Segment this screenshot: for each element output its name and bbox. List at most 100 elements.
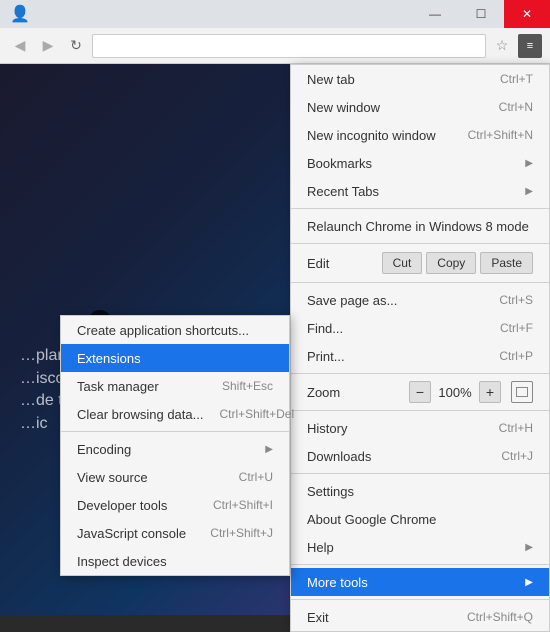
back-button[interactable]: ◀ <box>8 34 32 58</box>
reload-button[interactable]: ↻ <box>64 34 88 58</box>
omnibar-input[interactable] <box>92 34 486 58</box>
submenu-arrow-icon: ▶ <box>265 444 273 455</box>
menu-item-shortcut: Ctrl+Shift+Q <box>467 610 533 624</box>
fullscreen-button[interactable] <box>511 381 533 403</box>
menu-item-about-google-chrome[interactable]: About Google Chrome <box>291 505 549 533</box>
menu-item-label: Exit <box>307 610 451 625</box>
submenu-item-shortcut: Ctrl+U <box>239 470 273 484</box>
edit-copy-button[interactable]: Copy <box>426 252 476 274</box>
submenu-item-extensions[interactable]: Extensions <box>61 344 289 372</box>
edit-buttons: CutCopyPaste <box>382 252 533 274</box>
submenu-separator <box>61 431 289 432</box>
menu-item-new-window[interactable]: New window Ctrl+N <box>291 93 549 121</box>
submenu-item-shortcut: Ctrl+Shift+Del <box>219 407 294 421</box>
titlebar-buttons: — ☐ ✕ <box>412 0 550 28</box>
menu-separator <box>291 564 549 565</box>
menu-item-label: New incognito window <box>307 128 452 143</box>
minimize-button[interactable]: — <box>412 0 458 28</box>
submenu-item-encoding[interactable]: Encoding ▶ <box>61 435 289 463</box>
menu-item-label: New tab <box>307 72 484 87</box>
menu-item-label: Relaunch Chrome in Windows 8 mode <box>307 219 533 234</box>
menu-item-label: About Google Chrome <box>307 512 533 527</box>
menu-item-downloads[interactable]: Downloads Ctrl+J <box>291 442 549 470</box>
edit-cut-button[interactable]: Cut <box>382 252 423 274</box>
submenu-arrow-icon: ▶ <box>525 542 533 553</box>
edit-paste-button[interactable]: Paste <box>480 252 533 274</box>
forward-button[interactable]: ▶ <box>36 34 60 58</box>
submenu-arrow-icon: ▶ <box>525 186 533 197</box>
maximize-button[interactable]: ☐ <box>458 0 504 28</box>
menu-separator <box>291 373 549 374</box>
menu-item-recent-tabs[interactable]: Recent Tabs ▶ <box>291 177 549 205</box>
submenu-item-label: Create application shortcuts... <box>77 323 273 338</box>
menu-item-label: Print... <box>307 349 483 364</box>
submenu-item-task-manager[interactable]: Task manager Shift+Esc <box>61 372 289 400</box>
submenu-item-javascript-console[interactable]: JavaScript console Ctrl+Shift+J <box>61 519 289 547</box>
menu-item-save-page-as[interactable]: Save page as... Ctrl+S <box>291 286 549 314</box>
zoom-value: 100% <box>437 385 473 400</box>
menu-item-exit[interactable]: Exit Ctrl+Shift+Q <box>291 603 549 631</box>
zoom-in-button[interactable]: + <box>479 381 501 403</box>
zoom-label: Zoom <box>307 385 409 400</box>
menu-item-relaunch-chrome-in-windows-8-mode[interactable]: Relaunch Chrome in Windows 8 mode <box>291 212 549 240</box>
menu-item-label: More tools <box>307 575 517 590</box>
edit-label: Edit <box>307 256 382 271</box>
menu-item-label: Find... <box>307 321 484 336</box>
submenu-item-label: Encoding <box>77 442 257 457</box>
menu-item-history[interactable]: History Ctrl+H <box>291 414 549 442</box>
menu-item-bookmarks[interactable]: Bookmarks ▶ <box>291 149 549 177</box>
submenu-item-shortcut: Ctrl+Shift+J <box>210 526 273 540</box>
menu-item-shortcut: Ctrl+F <box>500 321 533 335</box>
fullscreen-icon <box>516 387 528 397</box>
menu-item-new-tab[interactable]: New tab Ctrl+T <box>291 65 549 93</box>
zoom-row: Zoom − 100% + <box>291 377 549 407</box>
menu-item-settings[interactable]: Settings <box>291 477 549 505</box>
menu-item-label: Recent Tabs <box>307 184 517 199</box>
menu-item-label: Settings <box>307 484 533 499</box>
browser-toolbar: ◀ ▶ ↻ ☆ ≡ <box>0 28 550 64</box>
profile-icon[interactable]: 👤 <box>10 4 30 24</box>
submenu-item-shortcut: Ctrl+Shift+I <box>213 498 273 512</box>
submenu-item-view-source[interactable]: View source Ctrl+U <box>61 463 289 491</box>
chrome-menu-icon[interactable]: ≡ <box>518 34 542 58</box>
submenu-item-create-application-shortcuts[interactable]: Create application shortcuts... <box>61 316 289 344</box>
menu-item-label: New window <box>307 100 483 115</box>
menu-item-shortcut: Ctrl+T <box>500 72 533 86</box>
bookmark-star-icon[interactable]: ☆ <box>490 34 514 58</box>
submenu-item-inspect-devices[interactable]: Inspect devices <box>61 547 289 575</box>
submenu-arrow-icon: ▶ <box>525 158 533 169</box>
menu-item-print[interactable]: Print... Ctrl+P <box>291 342 549 370</box>
menu-item-shortcut: Ctrl+P <box>499 349 533 363</box>
menu-item-label: Help <box>307 540 517 555</box>
menu-separator <box>291 243 549 244</box>
more-tools-submenu: Create application shortcuts... Extensio… <box>60 315 290 576</box>
menu-item-help[interactable]: Help ▶ <box>291 533 549 561</box>
submenu-item-shortcut: Shift+Esc <box>222 379 273 393</box>
zoom-out-button[interactable]: − <box>409 381 431 403</box>
menu-separator <box>291 473 549 474</box>
zoom-controls: − 100% + <box>409 381 533 403</box>
menu-separator <box>291 599 549 600</box>
close-button[interactable]: ✕ <box>504 0 550 28</box>
chrome-menu: New tab Ctrl+T New window Ctrl+N New inc… <box>290 64 550 632</box>
menu-item-label: Save page as... <box>307 293 483 308</box>
submenu-item-label: JavaScript console <box>77 526 194 541</box>
submenu-item-label: Developer tools <box>77 498 197 513</box>
edit-row: Edit CutCopyPaste <box>291 247 549 279</box>
submenu-item-clear-browsing-data[interactable]: Clear browsing data... Ctrl+Shift+Del <box>61 400 289 428</box>
menu-separator <box>291 282 549 283</box>
submenu-item-label: Extensions <box>77 351 273 366</box>
menu-item-find[interactable]: Find... Ctrl+F <box>291 314 549 342</box>
menu-item-shortcut: Ctrl+J <box>501 449 533 463</box>
submenu-item-label: Inspect devices <box>77 554 273 569</box>
menu-item-label: Bookmarks <box>307 156 517 171</box>
submenu-item-label: Clear browsing data... <box>77 407 203 422</box>
menu-item-shortcut: Ctrl+N <box>499 100 533 114</box>
browser-titlebar: 👤 — ☐ ✕ <box>0 0 550 28</box>
menu-item-shortcut: Ctrl+H <box>499 421 533 435</box>
menu-separator <box>291 410 549 411</box>
submenu-item-label: View source <box>77 470 223 485</box>
menu-item-more-tools[interactable]: More tools ▶ <box>291 568 549 596</box>
menu-item-new-incognito-window[interactable]: New incognito window Ctrl+Shift+N <box>291 121 549 149</box>
submenu-item-developer-tools[interactable]: Developer tools Ctrl+Shift+I <box>61 491 289 519</box>
